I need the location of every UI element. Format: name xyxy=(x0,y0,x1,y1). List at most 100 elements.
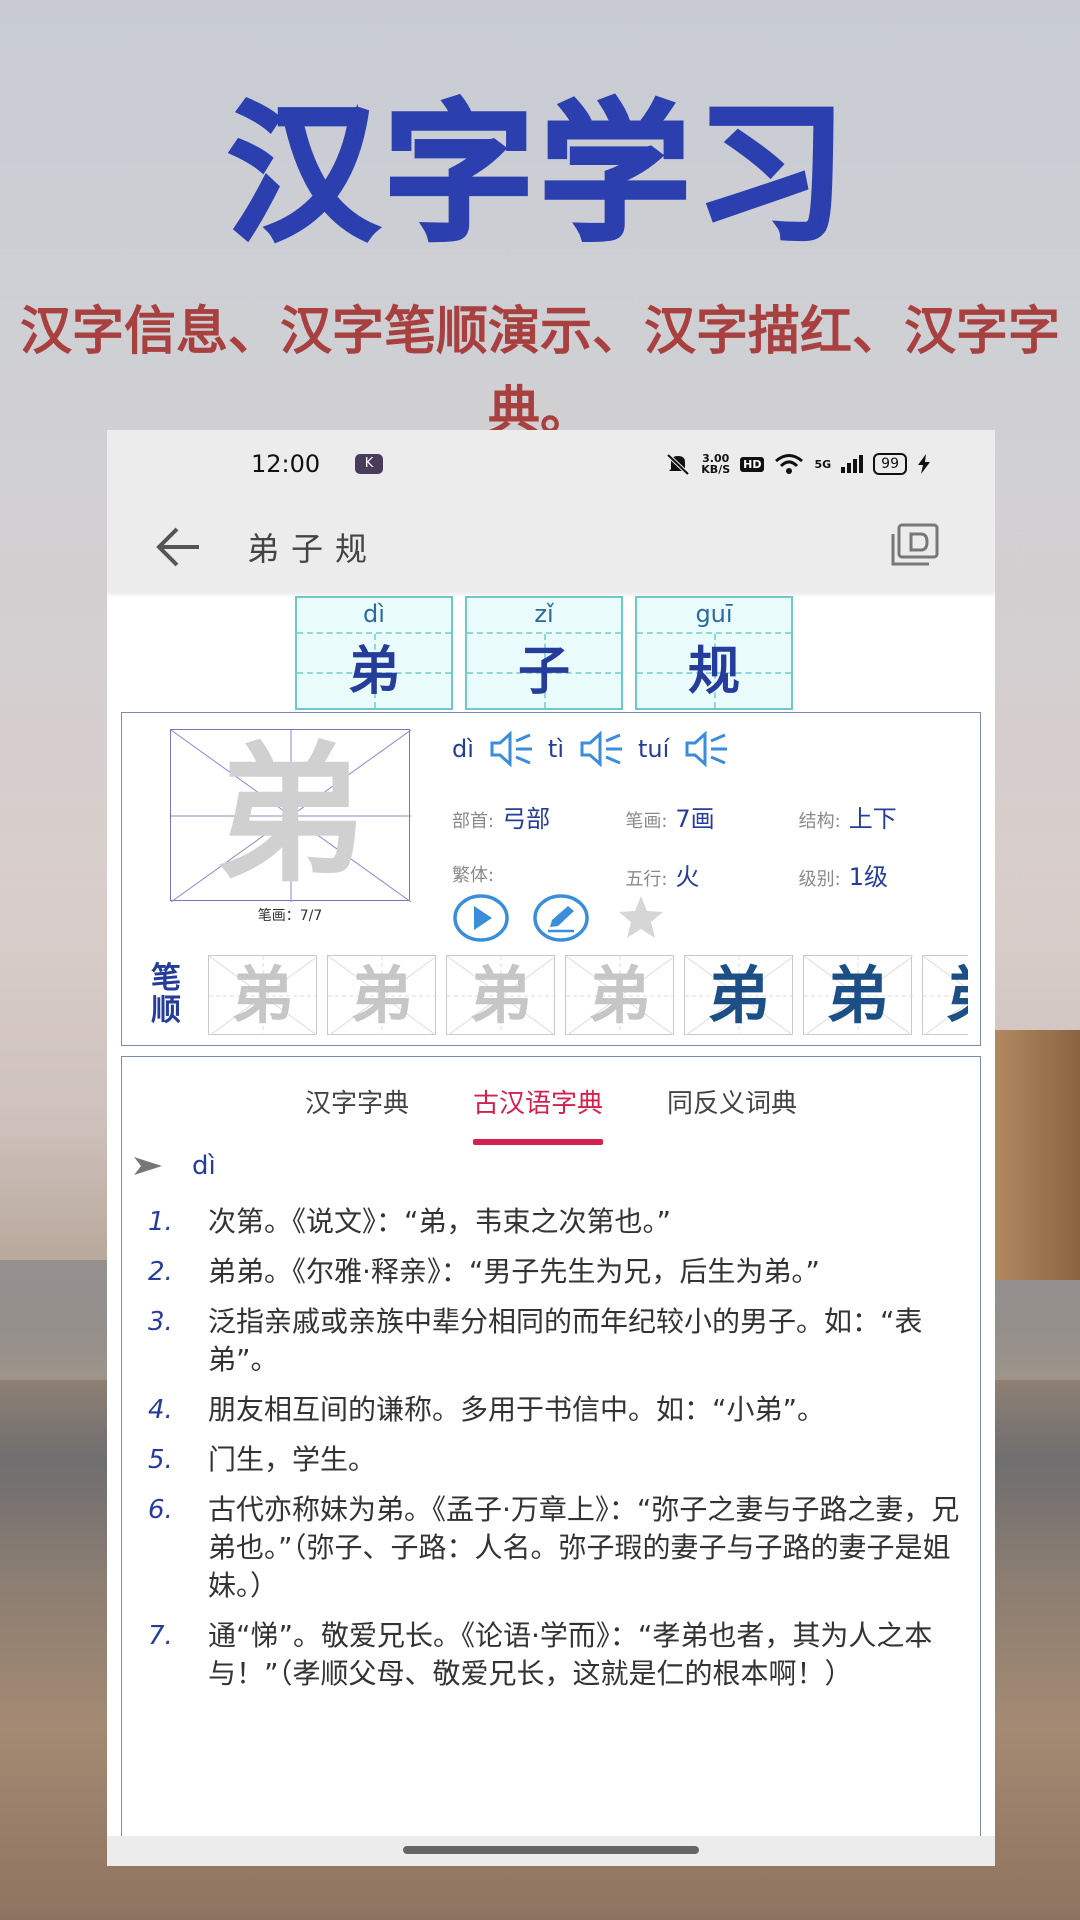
home-indicator[interactable] xyxy=(403,1846,699,1854)
attr-label: 繁体: xyxy=(452,865,495,886)
definition-item: 1. 次第。《说文》：“弟，韦束之次第也。” xyxy=(148,1203,968,1241)
book-icon[interactable] xyxy=(889,522,941,568)
attr-strokes: 笔画: 7画 xyxy=(625,799,798,834)
definition-text: 古代亦称妹为弟。《孟子·万章上》：“弥子之妻与子路之妻，兄弟也。”（弥子、子路：… xyxy=(208,1493,960,1602)
stroke-order-step: 弟 xyxy=(208,955,318,1035)
definition-text: 朋友相互间的谦称。多用于书信中。如：“小弟”。 xyxy=(208,1393,826,1426)
hero-subtitle: 汉字信息、汉字笔顺演示、汉字描红、汉字字典。 xyxy=(19,301,1060,442)
play-icon[interactable] xyxy=(452,893,510,943)
char-pinyin: dì xyxy=(363,600,385,628)
definition-text: 门生，学生。 xyxy=(208,1443,377,1476)
stroke-order-step: 弟 xyxy=(684,955,794,1035)
signal-icon xyxy=(841,455,864,473)
stroke-order-char: 弟 xyxy=(707,959,770,1032)
attr-value: 火 xyxy=(675,862,700,891)
background-cliff xyxy=(990,1030,1080,1280)
definition-item: 5. 门生，学生。 xyxy=(148,1441,968,1479)
gesture-bar xyxy=(107,1836,995,1866)
status-icons: 3.00 KB/S HD 5G 99 xyxy=(665,452,931,476)
attr-label: 笔画: xyxy=(625,810,668,832)
definition-item: 4. 朋友相互间的谦称。多用于书信中。如：“小弟”。 xyxy=(148,1391,968,1429)
stroke-order-step: 弟 xyxy=(565,955,675,1035)
definition-item: 7. 通“悌”。敬爱兄长。《论语·学而》：“孝弟也者，其为人之本与！”（孝顺父母、… xyxy=(148,1617,968,1693)
stroke-progress: 笔画：7/7 xyxy=(257,908,323,924)
attr-level: 级别: 1级 xyxy=(799,857,972,892)
stroke-order-char: 弟 xyxy=(350,959,413,1032)
char-box[interactable]: dì 弟 xyxy=(295,596,453,710)
character-info-card: 弟 笔画：7/7 dì tì tuí 部首: 弓部 笔画: 7画 结构: 上下 … xyxy=(121,712,981,1046)
mute-bell-icon xyxy=(666,453,690,476)
status-bar: 12:00 K 3.00 KB/S HD 5G 99 xyxy=(107,430,995,502)
definition-number: 5. xyxy=(148,1445,173,1475)
char-hanzi: 子 xyxy=(517,642,570,702)
stroke-order-step: 弟 xyxy=(327,955,437,1035)
hd-badge: HD xyxy=(740,456,765,472)
definition-item: 2. 弟弟。《尔雅·释亲》：“男子先生为兄，后生为弟。” xyxy=(148,1253,968,1291)
arrow-left-icon[interactable] xyxy=(153,524,203,570)
phone-screen: 12:00 K 3.00 KB/S HD 5G 99 弟子规 dì 弟 zǐ 子… xyxy=(107,430,995,1866)
definition-item: 3. 泛指亲戚或亲族中辈分相同的而年纪较小的男子。如：“表弟”。 xyxy=(148,1303,968,1379)
star-icon[interactable] xyxy=(612,893,670,943)
attr-radical: 部首: 弓部 xyxy=(452,799,625,834)
attribute-grid: 部首: 弓部 笔画: 7画 结构: 上下 繁体: 五行: 火 级别: 1级 xyxy=(452,787,972,903)
stroke-order-label: 笔 顺 xyxy=(146,963,186,1027)
tab-synonym-dict[interactable]: 同反义词典 xyxy=(667,1057,797,1145)
stroke-practice-grid[interactable]: 弟 xyxy=(170,729,411,903)
grid-character: 弟 xyxy=(214,729,365,903)
speaker-icon[interactable] xyxy=(488,729,534,769)
speaker-icon[interactable] xyxy=(578,729,624,769)
char-pinyin: zǐ xyxy=(534,600,554,628)
status-time: 12:00 xyxy=(251,450,321,478)
definition-text: 通“悌”。敬爱兄长。《论语·学而》：“孝弟也者，其为人之本与！”（孝顺父母、敬爱… xyxy=(208,1619,933,1690)
attr-structure: 结构: 上下 xyxy=(799,799,972,834)
arrow-right-icon xyxy=(134,1157,162,1175)
attr-traditional: 繁体: xyxy=(452,861,625,887)
attr-label: 级别: xyxy=(798,868,841,890)
network-speed: 3.00 KB/S xyxy=(701,453,730,475)
pronunciation-row: dì tì tuí xyxy=(452,729,729,769)
definition-number: 7. xyxy=(148,1621,173,1651)
pronunciation: dì xyxy=(452,735,474,763)
attr-label: 结构: xyxy=(798,810,841,832)
action-row xyxy=(452,893,670,943)
char-hanzi: 规 xyxy=(687,642,740,702)
attr-label: 部首: xyxy=(452,810,495,832)
definition-number: 6. xyxy=(148,1495,173,1525)
definition-number: 3. xyxy=(148,1307,173,1337)
phrase-characters: dì 弟 zǐ 子 guī 规 xyxy=(295,596,793,710)
app-bar: 弟子规 xyxy=(107,502,995,592)
definition-number: 4. xyxy=(148,1395,173,1425)
stroke-order-char: 弟 xyxy=(469,959,532,1032)
pronunciation: tuí xyxy=(637,735,670,763)
definition-number: 2. xyxy=(148,1257,173,1287)
edit-pen-icon[interactable] xyxy=(532,893,590,943)
attr-value: 弓部 xyxy=(502,804,551,833)
definition-number: 1. xyxy=(148,1207,173,1237)
definition-list: 1. 次第。《说文》：“弟，韦束之次第也。” 2. 弟弟。《尔雅·释亲》：“男子先生为… xyxy=(148,1203,968,1705)
stroke-order-char: 弟 xyxy=(923,956,968,1035)
pronunciation: tì xyxy=(547,735,564,763)
battery-indicator: 99 xyxy=(873,453,907,475)
page-title: 弟子规 xyxy=(247,530,380,568)
tab-hanzi-dict[interactable]: 汉字字典 xyxy=(305,1057,409,1145)
charging-icon xyxy=(918,454,930,474)
signal-5g: 5G xyxy=(814,457,832,471)
char-box[interactable]: guī 规 xyxy=(635,596,793,710)
stroke-order-label-2: 顺 xyxy=(151,993,181,1028)
hero-title: 汉字学习 xyxy=(226,88,852,262)
wifi-icon xyxy=(775,454,804,474)
definition-text: 次第。《说文》：“弟，韦束之次第也。” xyxy=(208,1205,672,1238)
stroke-order-step: 弟 xyxy=(803,955,913,1035)
attr-value: 1级 xyxy=(848,862,889,891)
char-hanzi: 弟 xyxy=(347,642,400,702)
char-box[interactable]: zǐ 子 xyxy=(465,596,623,710)
stroke-order-step: 弟 xyxy=(922,955,968,1035)
definition-text: 弟弟。《尔雅·释亲》：“男子先生为兄，后生为弟。” xyxy=(208,1255,820,1288)
stroke-order-char: 弟 xyxy=(826,959,889,1032)
tab-classical-dict[interactable]: 古汉语字典 xyxy=(472,1057,604,1145)
definition-item: 6. 古代亦称妹为弟。《孟子·万章上》：“弥子之妻与子路之妻，兄弟也。”（弥子、子… xyxy=(148,1491,968,1605)
speaker-icon[interactable] xyxy=(683,729,729,769)
attr-value: 7画 xyxy=(675,804,715,833)
stroke-order-strip[interactable]: 弟弟弟弟弟弟弟 xyxy=(208,955,968,1035)
k-badge: K xyxy=(355,454,383,474)
